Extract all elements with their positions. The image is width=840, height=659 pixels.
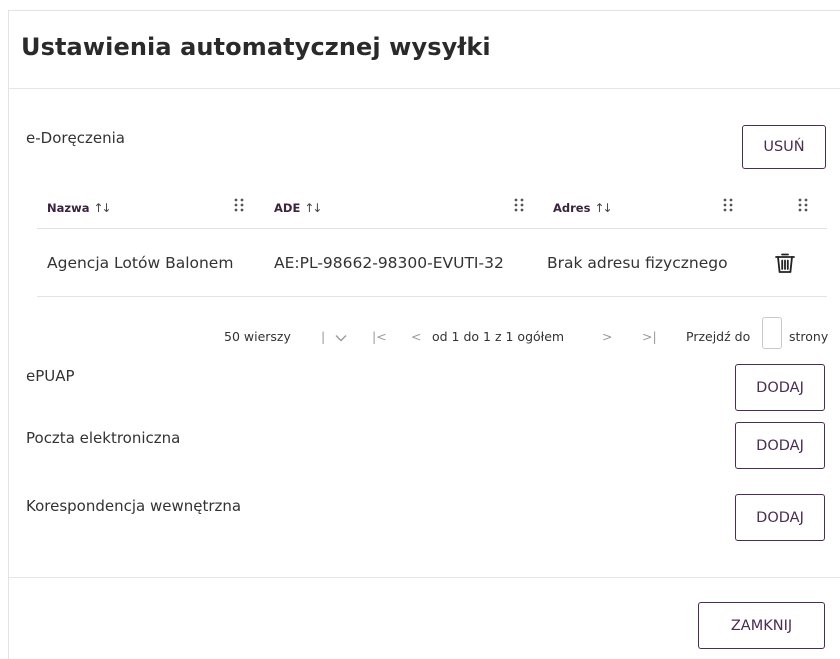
first-page-button[interactable]: |< xyxy=(372,329,387,344)
edoreczenia-table: Nazwa ↑↓ ADE ↑↓ Adres ↑↓ Agencja Lotów B… xyxy=(37,187,827,297)
grip-icon[interactable] xyxy=(514,198,524,212)
grip-icon[interactable] xyxy=(234,198,244,212)
grip-icon[interactable] xyxy=(798,198,808,212)
add-epuap-button[interactable]: DODAJ xyxy=(735,364,825,411)
grip-icon[interactable] xyxy=(723,198,733,212)
column-header-address[interactable]: Adres ↑↓ xyxy=(553,201,613,215)
add-internal-button[interactable]: DODAJ xyxy=(735,494,825,541)
remove-button[interactable]: USUŃ xyxy=(742,125,826,169)
sort-icon[interactable]: ↑↓ xyxy=(304,201,322,215)
epuap-label: ePUAP xyxy=(26,367,75,385)
sort-icon[interactable]: ↑↓ xyxy=(594,201,612,215)
cell-ade: AE:PL-98662-98300-EVUTI-32 xyxy=(274,254,504,272)
close-button[interactable]: ZAMKNIJ xyxy=(698,602,825,649)
goto-page-input[interactable] xyxy=(762,317,782,349)
auto-send-settings-dialog: Ustawienia automatycznej wysyłki e-Doręc… xyxy=(8,10,840,659)
goto-label: Przejdź do xyxy=(686,329,751,344)
email-label: Poczta elektroniczna xyxy=(26,429,181,447)
chevron-down-icon xyxy=(335,334,347,341)
prev-page-button[interactable]: < xyxy=(411,329,421,344)
footer-divider xyxy=(9,577,840,578)
page-range: od 1 do 1 z 1 ogółem xyxy=(432,329,565,344)
pages-label: strony xyxy=(789,329,829,344)
last-page-button[interactable]: >| xyxy=(642,329,657,344)
edoreczenia-label: e-Doręczenia xyxy=(26,129,125,147)
column-header-ade[interactable]: ADE ↑↓ xyxy=(274,201,322,215)
next-page-button[interactable]: > xyxy=(602,329,612,344)
header-divider xyxy=(9,88,840,89)
table-header: Nazwa ↑↓ ADE ↑↓ Adres ↑↓ xyxy=(37,187,827,229)
table-row: Agencja Lotów Balonem AE:PL-98662-98300-… xyxy=(37,229,827,297)
rows-per-page-dropdown[interactable]: | xyxy=(321,329,347,344)
dialog-title: Ustawienia automatycznej wysyłki xyxy=(21,33,491,61)
rows-per-page: 50 wierszy xyxy=(224,329,291,344)
sort-icon[interactable]: ↑↓ xyxy=(93,201,111,215)
trash-icon[interactable] xyxy=(774,251,796,275)
cell-address: Brak adresu fizycznego xyxy=(547,254,728,272)
internal-label: Korespondencja wewnętrzna xyxy=(26,497,242,515)
cell-name: Agencja Lotów Balonem xyxy=(47,254,234,272)
add-email-button[interactable]: DODAJ xyxy=(735,422,825,469)
column-header-name[interactable]: Nazwa ↑↓ xyxy=(47,201,112,215)
pagination: 50 wierszy | |< < od 1 do 1 z 1 ogółem >… xyxy=(9,317,840,357)
